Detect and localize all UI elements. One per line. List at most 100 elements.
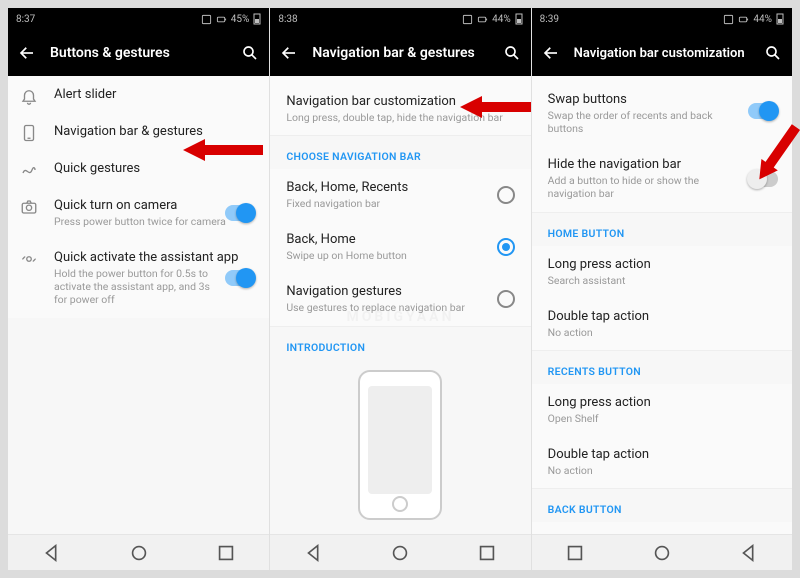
status-right: 44% bbox=[723, 13, 784, 25]
item-sub: Long press, double tap, hide the navigat… bbox=[286, 111, 516, 124]
status-battery: 45% bbox=[231, 14, 250, 25]
toggle-swap-buttons[interactable] bbox=[748, 103, 778, 119]
item-label: Long press action bbox=[548, 257, 778, 272]
back-arrow-icon[interactable] bbox=[280, 44, 298, 62]
item-sub: No action bbox=[548, 464, 778, 477]
screen-navbar-customization: 8:39 44% Navigation bar customization Sw… bbox=[531, 8, 792, 570]
item-sub: No action bbox=[548, 326, 778, 339]
item-label: Long press action bbox=[548, 395, 778, 410]
section-introduction: INTRODUCTION bbox=[270, 327, 530, 360]
status-time: 8:37 bbox=[16, 14, 35, 25]
nav-back-icon[interactable] bbox=[738, 542, 760, 564]
status-battery: 44% bbox=[753, 14, 772, 25]
search-icon[interactable] bbox=[503, 44, 521, 62]
screen-navbar-gestures: 8:38 44% Navigation bar & gestures Navig… bbox=[269, 8, 530, 570]
status-right: 45% bbox=[201, 13, 262, 25]
content-area: Navigation bar customization Long press,… bbox=[270, 76, 530, 534]
radio-icon[interactable] bbox=[497, 290, 515, 308]
item-alert-slider[interactable]: Alert slider bbox=[8, 76, 269, 113]
appbar-title: Navigation bar customization bbox=[574, 46, 750, 61]
system-navbar bbox=[270, 534, 530, 570]
battery-level-icon bbox=[253, 13, 261, 25]
item-label: Navigation gestures bbox=[286, 284, 516, 299]
battery-icon bbox=[738, 14, 749, 25]
radio-icon[interactable] bbox=[497, 186, 515, 204]
content-area: Alert slider Navigation bar & gestures Q… bbox=[8, 76, 269, 534]
nav-back-icon[interactable] bbox=[303, 542, 325, 564]
battery-icon bbox=[477, 14, 488, 25]
item-navbar-customization[interactable]: Navigation bar customization Long press,… bbox=[270, 76, 530, 135]
search-icon[interactable] bbox=[764, 44, 782, 62]
item-home-doubletap[interactable]: Double tap action No action bbox=[532, 298, 792, 350]
search-icon[interactable] bbox=[241, 44, 259, 62]
item-quick-gestures[interactable]: Quick gestures bbox=[8, 150, 269, 187]
screen-buttons-gestures: 8:37 45% Buttons & gestures Alert slider… bbox=[8, 8, 269, 570]
gesture-icon bbox=[20, 161, 40, 181]
nav-home-icon[interactable] bbox=[651, 542, 673, 564]
item-sub: Open Shelf bbox=[548, 412, 778, 425]
radio-back-home-recents[interactable]: Back, Home, Recents Fixed navigation bar bbox=[270, 169, 530, 221]
toggle-hide-navbar[interactable] bbox=[748, 171, 778, 187]
camera-icon bbox=[20, 198, 40, 218]
item-quick-assistant[interactable]: Quick activate the assistant app Hold th… bbox=[8, 239, 269, 317]
radio-icon[interactable] bbox=[497, 238, 515, 256]
nfc-icon bbox=[723, 14, 734, 25]
radio-back-home[interactable]: Back, Home Swipe up on Home button bbox=[270, 221, 530, 273]
item-sub: Fixed navigation bar bbox=[286, 197, 516, 210]
assistant-icon bbox=[20, 250, 40, 270]
status-battery: 44% bbox=[492, 14, 511, 25]
item-sub: Swap the order of recents and back butto… bbox=[548, 109, 742, 135]
nav-recents-icon[interactable] bbox=[476, 542, 498, 564]
item-label: Quick gestures bbox=[54, 161, 255, 176]
back-arrow-icon[interactable] bbox=[542, 44, 560, 62]
item-recents-doubletap[interactable]: Double tap action No action bbox=[532, 436, 792, 488]
app-bar: Buttons & gestures bbox=[8, 30, 269, 76]
item-label: Long press action bbox=[548, 533, 778, 534]
item-back-longpress[interactable]: Long press action No action bbox=[532, 522, 792, 534]
item-hide-navbar[interactable]: Hide the navigation bar Add a button to … bbox=[532, 146, 792, 211]
item-recents-longpress[interactable]: Long press action Open Shelf bbox=[532, 384, 792, 436]
nav-recents-icon[interactable] bbox=[564, 542, 586, 564]
item-sub: Swipe up on Home button bbox=[286, 249, 516, 262]
nfc-icon bbox=[201, 14, 212, 25]
item-label: Navigation bar & gestures bbox=[54, 124, 255, 139]
battery-level-icon bbox=[515, 13, 523, 25]
content-area: Swap buttons Swap the order of recents a… bbox=[532, 76, 792, 534]
app-bar: Navigation bar & gestures bbox=[270, 30, 530, 76]
toggle-quick-camera[interactable] bbox=[225, 205, 255, 221]
item-label: Navigation bar customization bbox=[286, 94, 516, 109]
item-label: Double tap action bbox=[548, 309, 778, 324]
item-home-longpress[interactable]: Long press action Search assistant bbox=[532, 246, 792, 298]
system-navbar bbox=[8, 534, 269, 570]
nav-back-icon[interactable] bbox=[41, 542, 63, 564]
bell-icon bbox=[20, 87, 40, 107]
watermark-text: MOBIGYAAN bbox=[347, 309, 455, 325]
item-label: Quick activate the assistant app bbox=[54, 250, 255, 265]
status-bar: 8:39 44% bbox=[532, 8, 792, 30]
phone-illustration bbox=[358, 370, 442, 520]
nav-home-icon[interactable] bbox=[389, 542, 411, 564]
back-arrow-icon[interactable] bbox=[18, 44, 36, 62]
nav-home-icon[interactable] bbox=[128, 542, 150, 564]
status-time: 8:39 bbox=[540, 14, 559, 25]
status-right: 44% bbox=[462, 13, 523, 25]
appbar-title: Buttons & gestures bbox=[50, 45, 227, 61]
status-bar: 8:38 44% bbox=[270, 8, 530, 30]
item-swap-buttons[interactable]: Swap buttons Swap the order of recents a… bbox=[532, 76, 792, 146]
item-navbar-gestures[interactable]: Navigation bar & gestures bbox=[8, 113, 269, 150]
item-label: Swap buttons bbox=[548, 92, 742, 107]
item-label: Back, Home, Recents bbox=[286, 180, 516, 195]
section-choose-navbar: CHOOSE NAVIGATION BAR bbox=[270, 136, 530, 169]
item-label: Back, Home bbox=[286, 232, 516, 247]
nfc-icon bbox=[462, 14, 473, 25]
item-label: Hide the navigation bar bbox=[548, 157, 742, 172]
item-sub: Hold the power button for 0.5s to activa… bbox=[54, 267, 255, 306]
item-quick-camera[interactable]: Quick turn on camera Press power button … bbox=[8, 187, 269, 239]
status-time: 8:38 bbox=[278, 14, 297, 25]
nav-recents-icon[interactable] bbox=[215, 542, 237, 564]
toggle-quick-assistant[interactable] bbox=[225, 270, 255, 286]
section-recents-button: RECENTS BUTTON bbox=[532, 351, 792, 384]
battery-icon bbox=[216, 14, 227, 25]
status-bar: 8:37 45% bbox=[8, 8, 269, 30]
item-label: Alert slider bbox=[54, 87, 255, 102]
